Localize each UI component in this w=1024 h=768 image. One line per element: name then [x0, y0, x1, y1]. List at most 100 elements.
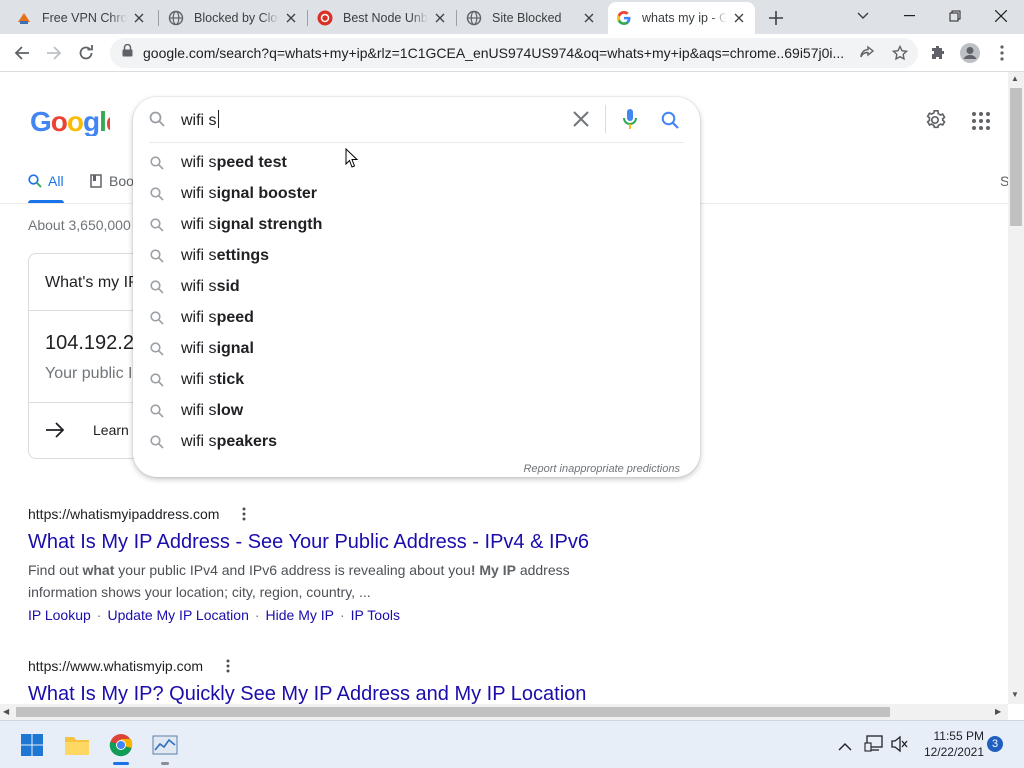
browser-tab[interactable]: Best Node Unbl: [309, 2, 456, 34]
scroll-up-arrow-icon[interactable]: ▲: [1011, 74, 1019, 83]
horizontal-scroll-thumb[interactable]: [16, 707, 890, 717]
result-sitelinks: IP Lookup · Update My IP Location · Hide My …: [28, 607, 400, 623]
svg-text:Google: Google: [30, 106, 110, 136]
suggestion-typed: wifi s: [181, 401, 217, 419]
result-title-link[interactable]: What Is My IP? Quickly See My IP Address…: [28, 683, 586, 704]
google-search-submit-icon[interactable]: [661, 111, 679, 134]
restore-icon[interactable]: [932, 0, 978, 32]
search-icon: [149, 310, 165, 326]
sitelink[interactable]: IP Tools: [351, 607, 400, 623]
autocomplete-suggestion[interactable]: wifi s peed: [133, 302, 700, 333]
autocomplete-suggestion[interactable]: wifi s tick: [133, 364, 700, 395]
autocomplete-suggestion[interactable]: wifi s sid: [133, 271, 700, 302]
notification-count-badge[interactable]: 3: [987, 736, 1003, 752]
suggestion-typed: wifi s: [181, 215, 217, 233]
autocomplete-suggestion[interactable]: wifi s ignal booster: [133, 178, 700, 209]
book-icon: [90, 174, 102, 188]
tab-separator: [307, 10, 308, 26]
task-manager-icon[interactable]: [145, 725, 185, 765]
search-icon: [149, 111, 165, 132]
tab-strip: Free VPN Chrome Blocked by Cloud Best No…: [0, 0, 1024, 34]
search-query-text: wifi s: [181, 112, 217, 129]
forward-icon[interactable]: [38, 37, 70, 69]
more-options-icon[interactable]: [220, 658, 236, 674]
close-tab-icon[interactable]: [432, 10, 448, 26]
scroll-left-arrow-icon[interactable]: ◀: [3, 707, 9, 716]
chrome-menu-icon[interactable]: [986, 37, 1018, 69]
minimize-icon[interactable]: [886, 0, 932, 32]
result-url[interactable]: https://www.whatismyip.com: [28, 658, 203, 674]
search-icon: [149, 434, 165, 450]
tab-all[interactable]: All: [28, 172, 64, 190]
browser-tab[interactable]: Free VPN Chrome: [8, 2, 155, 34]
sitelink[interactable]: Hide My IP: [266, 607, 334, 623]
suggestion-completion: peakers: [216, 432, 278, 450]
browser-tab[interactable]: Blocked by Cloud: [160, 2, 307, 34]
google-icon: [616, 10, 632, 26]
node-icon: [317, 10, 333, 26]
close-tab-icon[interactable]: [283, 10, 299, 26]
browser-toolbar: google.com/search?q=whats+my+ip&rlz=1C1G…: [0, 34, 1024, 72]
address-bar[interactable]: google.com/search?q=whats+my+ip&rlz=1C1G…: [110, 38, 918, 68]
profile-avatar[interactable]: [954, 37, 986, 69]
voice-search-mic-icon[interactable]: [622, 108, 638, 135]
lock-icon[interactable]: [122, 43, 133, 62]
result-url[interactable]: https://whatismyipaddress.com: [28, 506, 219, 522]
settings-gear-icon[interactable]: [924, 109, 946, 131]
google-logo[interactable]: Google: [30, 106, 122, 144]
suggestion-typed: wifi s: [181, 153, 217, 171]
volume-muted-icon[interactable]: [890, 735, 910, 758]
result-title-link[interactable]: What Is My IP Address - See Your Public …: [28, 531, 589, 554]
network-display-icon[interactable]: [864, 735, 884, 758]
windows-start-icon[interactable]: [12, 725, 52, 765]
autocomplete-suggestion[interactable]: wifi s ignal strength: [133, 209, 700, 240]
suggestion-completion: ignal: [216, 339, 254, 357]
divider: [605, 105, 606, 133]
autocomplete-suggestion[interactable]: wifi s low: [133, 395, 700, 426]
report-predictions-link[interactable]: Report inappropriate predictions: [523, 463, 680, 475]
new-tab-icon[interactable]: [764, 6, 788, 30]
bookmark-star-icon[interactable]: [882, 45, 918, 61]
autocomplete-suggestion[interactable]: wifi s peed test: [133, 147, 700, 178]
tab-books[interactable]: Boo: [90, 172, 134, 190]
close-tab-icon[interactable]: [581, 10, 597, 26]
more-options-icon[interactable]: [236, 506, 252, 522]
tab-search-icon[interactable]: [840, 0, 886, 32]
ip-address-value: 104.192.2: [45, 332, 134, 354]
tab-title: Best Node Unbl: [343, 11, 428, 25]
suggestion-completion: ettings: [216, 246, 270, 264]
scroll-down-arrow-icon[interactable]: ▼: [1011, 690, 1019, 699]
file-explorer-icon[interactable]: [57, 725, 97, 765]
url-text: google.com/search?q=whats+my+ip&rlz=1C1G…: [143, 45, 845, 61]
sitelink[interactable]: IP Lookup: [28, 607, 91, 623]
close-window-icon[interactable]: [978, 0, 1024, 32]
show-hidden-icons-chevron-icon[interactable]: [838, 738, 852, 756]
search-icon: [149, 186, 165, 202]
windows-taskbar: [0, 720, 1024, 768]
globe-icon: [168, 10, 184, 26]
reload-icon[interactable]: [70, 37, 102, 69]
vertical-scroll-thumb[interactable]: [1010, 88, 1022, 226]
chrome-taskbar-icon[interactable]: [101, 725, 141, 765]
back-icon[interactable]: [6, 37, 38, 69]
autocomplete-suggestion[interactable]: wifi s ignal: [133, 333, 700, 364]
text-caret: [217, 110, 219, 128]
search-input[interactable]: wifi s: [181, 110, 219, 130]
autocomplete-suggestion[interactable]: wifi s peakers: [133, 426, 700, 457]
autocomplete-suggestion[interactable]: wifi s ettings: [133, 240, 700, 271]
extensions-icon[interactable]: [922, 37, 954, 69]
scroll-right-arrow-icon[interactable]: ▶: [995, 707, 1001, 716]
close-tab-icon[interactable]: [131, 10, 147, 26]
system-clock[interactable]: 11:55 PM 12/22/2021: [914, 728, 984, 760]
apps-grid-icon[interactable]: [972, 112, 990, 130]
browser-tab[interactable]: Site Blocked: [458, 2, 605, 34]
close-tab-icon[interactable]: [731, 10, 747, 26]
search-icon: [149, 279, 165, 295]
learn-more-link[interactable]: Learn: [45, 422, 129, 438]
clear-search-icon[interactable]: [573, 111, 589, 132]
search-icon: [149, 341, 165, 357]
browser-tab-active[interactable]: whats my ip - G: [608, 2, 755, 34]
search-icon: [149, 248, 165, 264]
share-icon[interactable]: [852, 45, 882, 61]
sitelink[interactable]: Update My IP Location: [107, 607, 248, 623]
